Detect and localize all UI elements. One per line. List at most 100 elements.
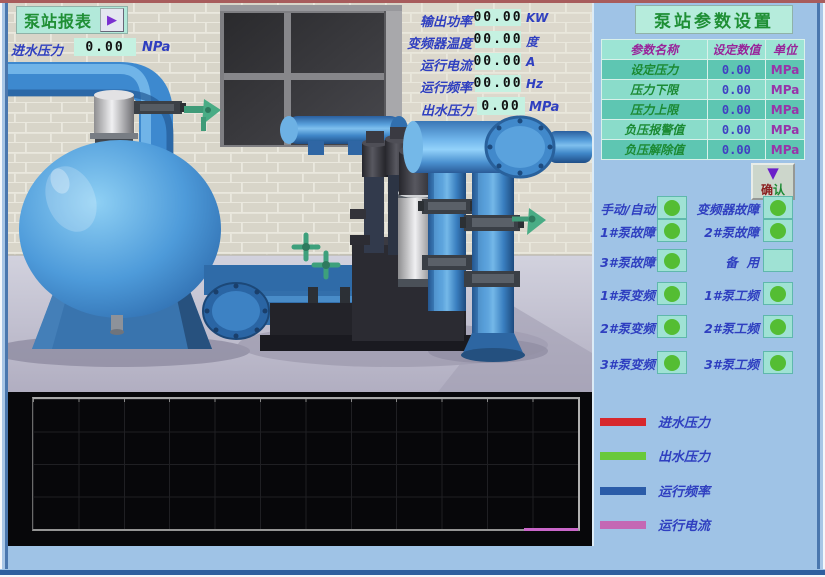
run-current-trace bbox=[524, 528, 578, 531]
run-current-unit: A bbox=[526, 55, 535, 69]
status-label: 1#泵故障 bbox=[593, 222, 655, 241]
confirm-button[interactable]: ▼ 确认 bbox=[751, 163, 795, 200]
green-lamp-icon bbox=[770, 319, 786, 335]
outlet-pressure-label: 出水压力 bbox=[421, 100, 473, 119]
status-label: 2#泵故障 bbox=[689, 222, 759, 241]
status-indicator-pump1-vfd bbox=[657, 282, 687, 305]
confirm-arrow-icon: ▼ bbox=[767, 166, 779, 181]
status-label: 2#泵工频 bbox=[689, 318, 759, 337]
status-label: 变频器故障 bbox=[689, 199, 759, 218]
parameter-table: 参数名称 设定数值 单位 设定压力 0.00 MPa 压力下限 0.00 MPa… bbox=[601, 39, 805, 160]
outlet-pressure-unit: MPa bbox=[529, 100, 559, 115]
status-indicator-spare bbox=[763, 249, 793, 272]
green-lamp-icon bbox=[664, 200, 680, 216]
status-label: 3#泵故障 bbox=[593, 252, 655, 271]
green-lamp-icon bbox=[664, 319, 680, 335]
silver-vent-cylinder bbox=[90, 90, 138, 145]
status-row: 1#泵变频 1#泵工频 bbox=[593, 282, 817, 304]
panel-separator bbox=[592, 3, 594, 546]
trend-plot-area bbox=[32, 397, 580, 531]
green-lamp-icon bbox=[664, 355, 680, 371]
bottom-border bbox=[0, 569, 825, 577]
green-lamp-icon bbox=[664, 223, 680, 239]
run-current-value: 00.00 bbox=[475, 53, 521, 70]
inverter-temp-label: 变频器温度 bbox=[392, 33, 472, 52]
play-arrow-icon[interactable]: ▶ bbox=[100, 8, 124, 32]
status-indicator-pump3-vfd bbox=[657, 351, 687, 374]
table-row: 压力下限 0.00 MPa bbox=[602, 80, 805, 100]
status-indicator-pump3-fault bbox=[657, 249, 687, 272]
inlet-pressure-label: 进水压力 bbox=[11, 40, 63, 59]
param-value-field[interactable]: 0.00 bbox=[707, 120, 766, 140]
status-label: 1#泵变频 bbox=[593, 285, 655, 304]
inlet-pressure-unit: NPa bbox=[142, 40, 170, 55]
status-label: 2#泵变频 bbox=[593, 318, 655, 337]
inverter-temp-unit: 度 bbox=[526, 33, 538, 50]
legend-label: 进水压力 bbox=[658, 412, 710, 431]
report-button-label: 泵站报表 bbox=[24, 8, 92, 32]
col-header-name: 参数名称 bbox=[602, 40, 708, 60]
status-indicator-pump1-mains bbox=[763, 282, 793, 305]
outlet-pressure-value: 0.00 bbox=[477, 97, 525, 115]
run-frequency-unit: Hz bbox=[526, 77, 543, 91]
status-indicator-pump2-fault bbox=[763, 219, 793, 242]
panel-title: 泵站参数设置 bbox=[635, 5, 793, 34]
legend-label: 出水压力 bbox=[658, 446, 710, 465]
status-row: 3#泵故障 备 用 bbox=[593, 249, 817, 271]
status-indicator-pump2-vfd bbox=[657, 315, 687, 338]
table-row: 负压解除值 0.00 MPa bbox=[602, 140, 805, 160]
trend-chart bbox=[8, 392, 592, 546]
green-lamp-icon bbox=[770, 355, 786, 371]
legend-item: 出水压力 bbox=[600, 446, 817, 466]
run-frequency-label: 运行频率 bbox=[392, 77, 472, 96]
output-power-label: 输出功率 bbox=[392, 11, 472, 30]
status-indicator-pump2-mains bbox=[763, 315, 793, 338]
status-row: 手动/自动 变频器故障 bbox=[593, 196, 817, 218]
status-label: 1#泵工频 bbox=[689, 285, 759, 304]
green-lamp-icon bbox=[664, 253, 680, 269]
table-row: 设定压力 0.00 MPa bbox=[602, 60, 805, 80]
top-border bbox=[0, 0, 825, 3]
param-value-field[interactable]: 0.00 bbox=[707, 140, 766, 160]
col-header-unit: 单位 bbox=[766, 40, 805, 60]
status-row: 2#泵变频 2#泵工频 bbox=[593, 315, 817, 337]
legend-label: 运行电流 bbox=[658, 515, 710, 534]
green-lamp-icon bbox=[770, 286, 786, 302]
legend-label: 运行频率 bbox=[658, 481, 710, 500]
status-label: 备 用 bbox=[689, 252, 759, 271]
status-label: 3#泵工频 bbox=[689, 354, 759, 373]
param-value-field[interactable]: 0.00 bbox=[707, 80, 766, 100]
output-power-unit: KW bbox=[526, 11, 548, 25]
status-indicator-pump3-mains bbox=[763, 351, 793, 374]
legend-item: 运行频率 bbox=[600, 481, 817, 501]
param-value-field[interactable]: 0.00 bbox=[707, 60, 766, 80]
status-row: 1#泵故障 2#泵故障 bbox=[593, 219, 817, 241]
inverter-temp-value: 00.00 bbox=[475, 31, 521, 48]
inlet-pressure-value: 0.00 bbox=[74, 38, 136, 56]
green-lamp-icon bbox=[770, 223, 786, 239]
legend-swatch-current bbox=[600, 521, 646, 529]
param-value-field[interactable]: 0.00 bbox=[707, 100, 766, 120]
run-current-label: 运行电流 bbox=[392, 55, 472, 74]
parameter-panel: 泵站参数设置 参数名称 设定数值 单位 设定压力 0.00 MPa 压力下限 0… bbox=[593, 3, 817, 569]
legend-item: 运行电流 bbox=[600, 515, 817, 535]
status-row: 3#泵变频 3#泵工频 bbox=[593, 351, 817, 373]
plot-ticks bbox=[33, 399, 578, 402]
pump-station-hmi: 泵站报表 ▶ 进水压力 0.00 NPa 输出功率 00.00 KW 变频器温度… bbox=[0, 0, 825, 577]
output-power-value: 00.00 bbox=[475, 9, 521, 26]
status-label: 手动/自动 bbox=[589, 199, 655, 218]
table-row: 压力上限 0.00 MPa bbox=[602, 100, 805, 120]
legend-swatch-outlet bbox=[600, 452, 646, 460]
right-border bbox=[817, 3, 825, 569]
col-header-value: 设定数值 bbox=[707, 40, 766, 60]
left-border bbox=[0, 3, 8, 569]
run-frequency-value: 00.00 bbox=[475, 75, 521, 92]
green-lamp-icon bbox=[664, 286, 680, 302]
status-indicator-manual-auto bbox=[657, 196, 687, 219]
legend-item: 进水压力 bbox=[600, 412, 817, 432]
status-indicator-pump1-fault bbox=[657, 219, 687, 242]
report-button[interactable]: 泵站报表 ▶ bbox=[16, 6, 128, 34]
status-indicator-inverter-fault bbox=[763, 196, 793, 219]
green-lamp-icon bbox=[770, 200, 786, 216]
legend-swatch-inlet bbox=[600, 418, 646, 426]
